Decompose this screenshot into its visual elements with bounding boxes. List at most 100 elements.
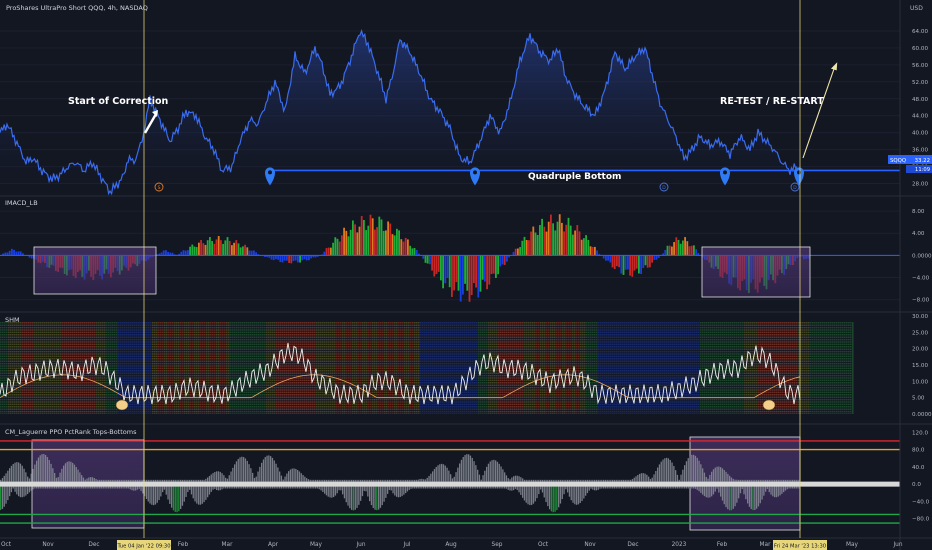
x-tick-label: Mar: [222, 542, 234, 548]
macd-histogram-bar: [481, 255, 484, 280]
laguerre-bar-down: [547, 484, 549, 507]
laguerre-bar-down: [156, 484, 158, 503]
macd-histogram-bar: [429, 255, 431, 265]
macd-tick-label: 8.00: [912, 209, 925, 215]
macd-highlight-box-right: [701, 246, 811, 298]
macd-histogram-bar: [613, 255, 616, 270]
macd-histogram-bar: [607, 255, 609, 261]
macd-histogram-bar: [640, 255, 642, 275]
laguerre-bar-down: [0, 484, 2, 511]
macd-histogram-bar: [404, 237, 407, 256]
laguerre-bar-down: [201, 484, 203, 504]
laguerre-bar-up: [464, 455, 466, 485]
macd-histogram-bar: [391, 234, 394, 256]
laguerre-bar-down: [727, 484, 729, 510]
price-badge-value: 33.22: [915, 158, 930, 164]
laguerre-bar-down: [378, 484, 380, 510]
laguerre-bar-down: [154, 484, 157, 505]
laguerre-bar-down: [181, 484, 184, 506]
laguerre-bar-up: [43, 454, 45, 485]
macd-histogram-bar: [365, 230, 367, 256]
laguerre-bar-up: [700, 464, 702, 485]
laguerre-bar-up: [437, 465, 439, 485]
macd-histogram-bar: [341, 235, 343, 256]
currency-label: USD: [910, 5, 923, 12]
laguerre-bar-down: [747, 484, 749, 504]
macd-histogram-bar: [248, 250, 251, 256]
laguerre-bar-down: [199, 484, 202, 505]
panel-label-shm[interactable]: SHM: [5, 316, 20, 324]
macd-histogram-bar: [226, 237, 229, 256]
macd-histogram-bar: [209, 237, 211, 256]
laguerre-bar-up: [241, 456, 243, 485]
macd-histogram-bar: [354, 224, 356, 256]
laguerre-bar-down: [153, 484, 155, 506]
laguerre-bar-up: [662, 459, 664, 485]
laguerre-bar-up: [46, 457, 49, 485]
laguerre-bar-up: [66, 461, 68, 485]
chart-title[interactable]: ProShares UltraPro Short QQQ, 4h, NASDAQ: [6, 4, 148, 12]
macd-histogram-bar: [279, 255, 282, 263]
laguerre-bar-down: [381, 484, 383, 506]
x-tick-label: Aug: [445, 542, 457, 548]
macd-histogram-bar: [622, 255, 625, 275]
macd-histogram-bar: [187, 250, 189, 256]
macd-histogram-bar: [565, 224, 568, 256]
signal-d-marker-2-text: D: [793, 185, 797, 191]
laguerre-bar-up: [698, 460, 700, 485]
laguerre-tick-label: 0.0: [912, 482, 921, 488]
macd-histogram-bar: [668, 245, 671, 256]
x-tick-label: Dec: [88, 542, 99, 548]
macd-histogram-bar: [492, 255, 495, 274]
laguerre-bar-up: [462, 456, 464, 485]
laguerre-bar-up: [441, 463, 443, 485]
laguerre-bar-up: [694, 455, 697, 485]
x-tick-label: Jul: [403, 542, 411, 548]
x-tick-label: Oct: [538, 542, 549, 548]
laguerre-bar-down: [558, 484, 560, 508]
x-tick-label: Jun: [355, 542, 365, 548]
laguerre-bar-up: [243, 457, 245, 485]
laguerre-bar-up: [36, 460, 38, 485]
panel-label-laguerre[interactable]: CM_Laguerre PPO PctRank Tops-Bottoms: [5, 428, 137, 436]
macd-histogram-bar: [422, 255, 425, 259]
macd-histogram-bar: [440, 255, 442, 281]
macd-histogram-bar: [217, 236, 220, 256]
laguerre-bar-up: [716, 466, 718, 485]
laguerre-bar-down: [734, 484, 736, 507]
x-tick-label: Nov: [42, 542, 54, 548]
x-tick-label: Dec: [627, 542, 638, 548]
laguerre-bar-up: [268, 455, 270, 485]
macd-histogram-bar: [545, 231, 548, 256]
macd-histogram-bar: [627, 255, 629, 270]
macd-histogram-bar: [376, 227, 378, 256]
macd-histogram-bar: [336, 238, 339, 256]
shm-tick-label: 30.00: [912, 314, 928, 320]
laguerre-bar-up: [667, 458, 670, 485]
price-tick-label: 44.00: [912, 114, 928, 120]
macd-histogram-bar: [360, 216, 363, 256]
price-tick-label: 40.00: [912, 131, 928, 137]
laguerre-bar-up: [246, 460, 248, 485]
macd-histogram-bar: [488, 255, 491, 285]
laguerre-bar-up: [259, 466, 261, 485]
laguerre-bar-up: [72, 462, 74, 485]
laguerre-bar-down: [149, 484, 151, 504]
macd-histogram-bar: [517, 248, 519, 256]
macd-histogram-bar: [446, 255, 449, 279]
macd-histogram-bar: [301, 255, 304, 261]
laguerre-bar-down: [196, 484, 198, 504]
laguerre-bar-down: [194, 484, 196, 502]
map-pin-hole-icon: [723, 170, 727, 175]
laguerre-bar-up: [664, 458, 666, 485]
x-tick-label: May: [846, 542, 859, 548]
macd-histogram-bar: [358, 226, 361, 256]
laguerre-bar-up: [73, 464, 76, 485]
laguerre-bar-up: [500, 466, 502, 485]
panel-label-imacd[interactable]: IMACD_LB: [5, 199, 38, 207]
macd-histogram-bar: [162, 250, 165, 256]
macd-histogram-bar: [206, 240, 209, 256]
laguerre-bar-up: [696, 457, 698, 485]
macd-histogram-bar: [528, 240, 530, 256]
macd-histogram-bar: [523, 236, 526, 256]
